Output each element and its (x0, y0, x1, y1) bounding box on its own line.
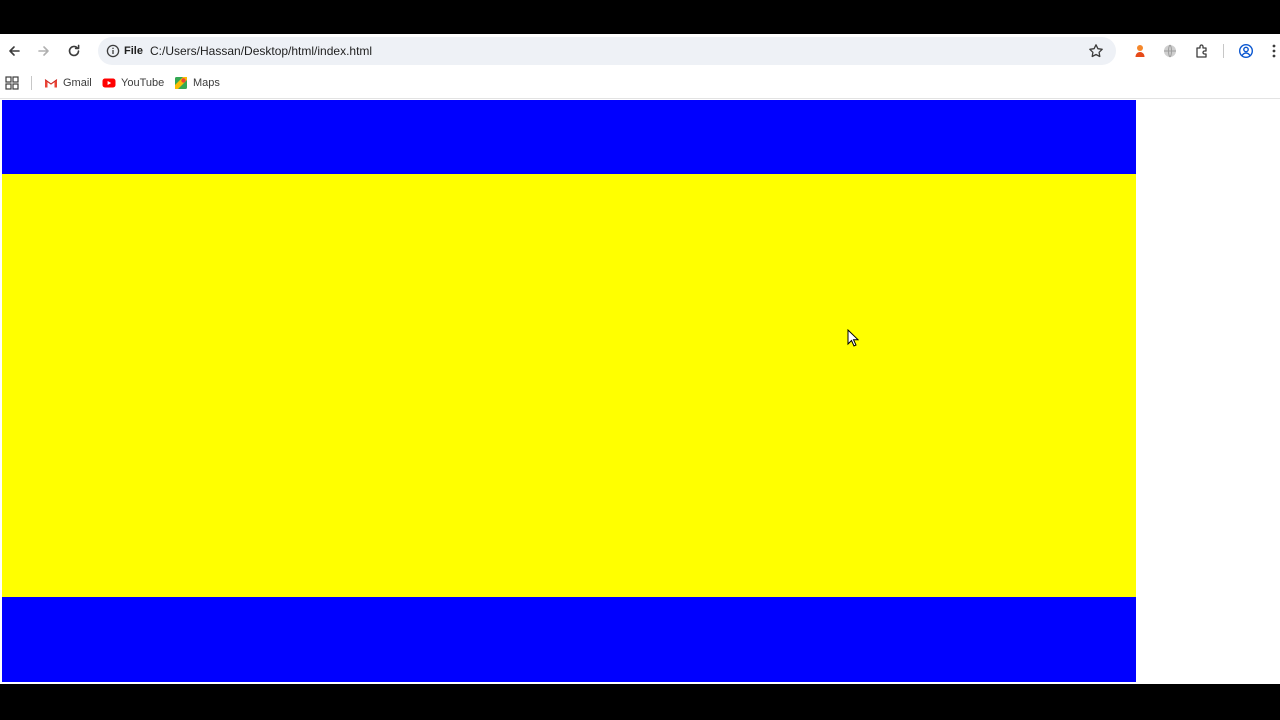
back-button[interactable] (3, 40, 25, 62)
puzzle-icon (1196, 44, 1207, 58)
reload-button[interactable] (63, 40, 85, 62)
info-icon (106, 44, 120, 58)
extensions-menu-button[interactable] (1193, 42, 1211, 60)
profile-button[interactable] (1237, 42, 1255, 60)
bookmark-maps[interactable]: Maps (174, 75, 220, 91)
letterbox-top (0, 0, 1280, 34)
site-info-chip[interactable]: File (101, 40, 143, 62)
browser-window: File C:/Users/Hassan/Desktop/html/index.… (0, 34, 1280, 684)
bookmark-label: YouTube (121, 77, 165, 89)
toolbar-separator (1223, 44, 1224, 58)
back-icon (9, 46, 20, 56)
extension-icon (1135, 45, 1145, 57)
forward-icon (38, 46, 49, 56)
bookmark-label: Gmail (63, 77, 92, 89)
address-bar[interactable]: File C:/Users/Hassan/Desktop/html/index.… (98, 37, 1116, 65)
forward-button[interactable] (33, 40, 55, 62)
star-icon[interactable] (1088, 43, 1104, 59)
profile-icon (1238, 43, 1254, 59)
letterbox-bottom (0, 684, 1280, 720)
page-viewport (0, 99, 1280, 684)
globe-extension-button[interactable] (1161, 42, 1179, 60)
site-chip-label: File (124, 45, 143, 57)
bookmarks-bar: Gmail YouTube Maps (0, 67, 1280, 99)
browser-menu-button[interactable] (1268, 42, 1280, 60)
url-text[interactable]: C:/Users/Hassan/Desktop/html/index.html (150, 44, 372, 58)
extension-button[interactable] (1131, 42, 1149, 60)
bottom-blue-band (2, 597, 1136, 682)
youtube-icon (102, 78, 116, 88)
mouse-cursor-icon (847, 329, 859, 347)
bookmarks-separator (31, 76, 32, 90)
reload-icon (68, 44, 80, 57)
globe-icon (1164, 44, 1176, 58)
bookmark-youtube[interactable]: YouTube (102, 75, 164, 91)
middle-yellow-band (2, 174, 1136, 597)
top-blue-band (2, 100, 1136, 174)
menu-icon (1272, 44, 1276, 58)
apps-icon[interactable] (5, 76, 19, 90)
bookmark-label: Maps (193, 77, 220, 89)
gmail-icon (44, 79, 58, 88)
maps-icon (175, 77, 187, 89)
bookmark-gmail[interactable]: Gmail (44, 75, 92, 91)
browser-toolbar: File C:/Users/Hassan/Desktop/html/index.… (0, 34, 1280, 67)
